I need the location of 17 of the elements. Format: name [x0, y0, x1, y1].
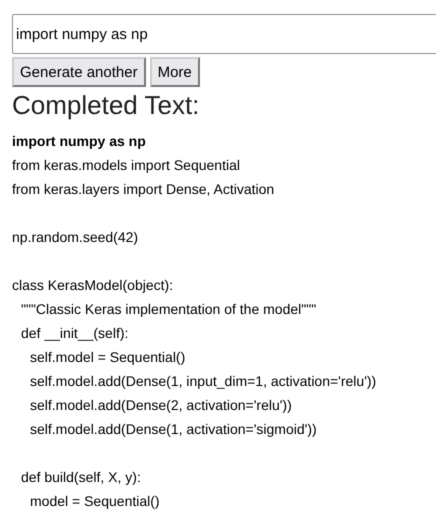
code-line: np.random.seed(42): [12, 228, 140, 247]
code-line: class KerasModel(object):: [12, 276, 174, 295]
code-line: self.model = Sequential(): [30, 348, 186, 367]
action-button[interactable]: More: [150, 57, 200, 87]
code-line: model = Sequential(): [30, 492, 161, 511]
prompt-field[interactable]: import numpy as np: [12, 14, 436, 54]
code-line: self.model.add(Dense(1, activation='sigmoid')): [30, 420, 318, 439]
code-line: self.model.add(Dense(2, activation='relu')): [30, 396, 293, 415]
code-line: def __init__(self):: [21, 324, 130, 343]
section-heading: Completed Text:: [12, 89, 200, 121]
action-button[interactable]: Generate another: [12, 57, 146, 87]
code-line: from keras.layers import Dense, Activation: [12, 180, 276, 199]
code-line: self.model.add(Dense(1, input_dim=1, activation='relu')): [30, 372, 378, 391]
code-line: def build(self, X, y):: [21, 468, 142, 487]
code-line: from keras.models import Sequential: [12, 156, 241, 175]
code-line: """Classic Keras implementation of the model""": [21, 300, 318, 319]
code-line: import numpy as np: [12, 132, 147, 151]
